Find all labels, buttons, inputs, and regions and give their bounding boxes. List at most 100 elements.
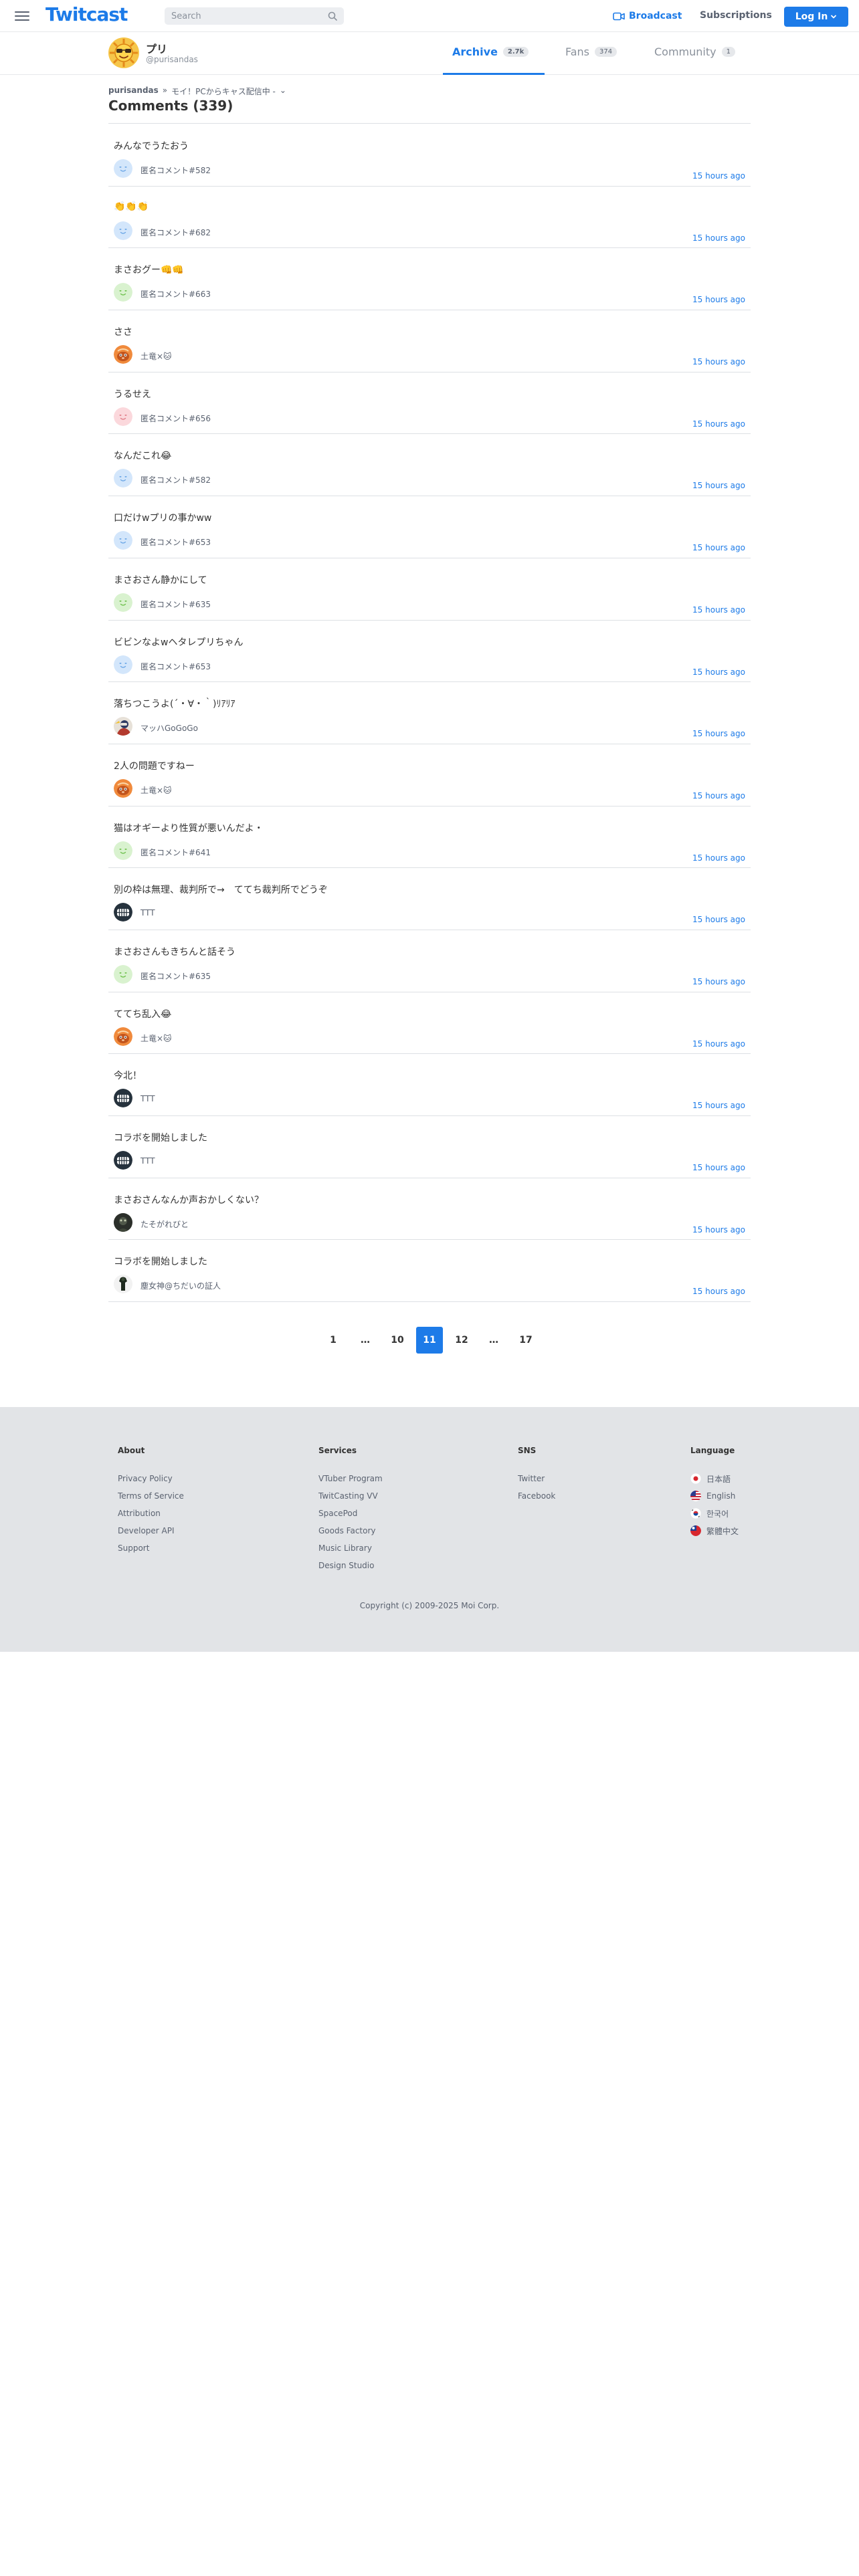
- comment-item: コラボを開始しました TTT 15 hours ago: [108, 1116, 751, 1178]
- comment-timestamp[interactable]: 15 hours ago: [692, 667, 745, 677]
- comment-timestamp[interactable]: 15 hours ago: [692, 1101, 745, 1110]
- comment-timestamp[interactable]: 15 hours ago: [692, 1225, 745, 1235]
- comment-author[interactable]: 匿名コメント#635: [140, 599, 211, 610]
- footer-link-twitcasting-vv[interactable]: TwitCasting VV: [318, 1487, 383, 1505]
- footer-link-support[interactable]: Support: [118, 1539, 184, 1557]
- avatar[interactable]: [114, 1027, 132, 1046]
- comment-author[interactable]: 匿名コメント#682: [140, 227, 211, 238]
- comment-timestamp[interactable]: 15 hours ago: [692, 419, 745, 429]
- language-option-english[interactable]: English: [690, 1487, 739, 1505]
- comment-author[interactable]: 匿名コメント#641: [140, 847, 211, 858]
- avatar[interactable]: [114, 717, 132, 736]
- avatar[interactable]: [114, 159, 132, 178]
- footer-link-music-library[interactable]: Music Library: [318, 1539, 383, 1557]
- comment-timestamp[interactable]: 15 hours ago: [692, 729, 745, 738]
- avatar[interactable]: [114, 778, 132, 798]
- comment-author[interactable]: 匿名コメント#653: [140, 661, 211, 672]
- avatar[interactable]: [114, 531, 132, 550]
- comment-author[interactable]: マッハGoGoGo: [140, 722, 198, 734]
- footer-link-vtuber-program[interactable]: VTuber Program: [318, 1470, 383, 1487]
- comment-text: コラボを開始しました: [114, 1257, 207, 1268]
- comment-timestamp[interactable]: 15 hours ago: [692, 791, 745, 800]
- footer-link-spacepod[interactable]: SpacePod: [318, 1505, 383, 1522]
- avatar[interactable]: [114, 655, 132, 674]
- footer-link-developer-api[interactable]: Developer API: [118, 1522, 184, 1539]
- comment-text: コラボを開始しました: [114, 1133, 207, 1144]
- footer-link-privacy-policy[interactable]: Privacy Policy: [118, 1470, 184, 1487]
- comment-author[interactable]: 土竜×🐱: [140, 784, 172, 796]
- chevron-down-icon[interactable]: ⌄: [280, 86, 286, 97]
- broadcast-link[interactable]: Broadcast: [613, 10, 682, 22]
- avatar[interactable]: [114, 1089, 132, 1108]
- avatar[interactable]: [114, 903, 132, 922]
- comment-author[interactable]: 土竜×🐱: [140, 350, 172, 362]
- footer-link-goods-factory[interactable]: Goods Factory: [318, 1522, 383, 1539]
- footer-link-design-studio[interactable]: Design Studio: [318, 1557, 383, 1574]
- comment-timestamp[interactable]: 15 hours ago: [692, 977, 745, 986]
- comment-timestamp[interactable]: 15 hours ago: [692, 481, 745, 490]
- subscriptions-link[interactable]: Subscriptions: [700, 10, 772, 21]
- page-button[interactable]: 12: [448, 1327, 475, 1354]
- comment-timestamp[interactable]: 15 hours ago: [692, 915, 745, 924]
- profile-handle: @purisandas: [146, 55, 198, 64]
- breadcrumb-user-link[interactable]: purisandas: [108, 86, 159, 97]
- comment-author[interactable]: 匿名コメント#663: [140, 288, 211, 300]
- language-option-traditional-chinese[interactable]: 繁體中文: [690, 1522, 739, 1539]
- menu-icon[interactable]: [15, 10, 29, 22]
- profile-header: プリ @purisandas Archive 2.7k Fans 374 Com…: [0, 32, 859, 75]
- comment-timestamp[interactable]: 15 hours ago: [692, 295, 745, 304]
- comment-timestamp[interactable]: 15 hours ago: [692, 543, 745, 552]
- tab-archive[interactable]: Archive 2.7k: [452, 45, 529, 58]
- comment-author[interactable]: 匿名コメント#635: [140, 970, 211, 982]
- comment-author[interactable]: 土竜×🐱: [140, 1033, 172, 1044]
- comment-timestamp[interactable]: 15 hours ago: [692, 1163, 745, 1172]
- comment-timestamp[interactable]: 15 hours ago: [692, 1039, 745, 1049]
- footer-link-terms-of-service[interactable]: Terms of Service: [118, 1487, 184, 1505]
- comment-timestamp[interactable]: 15 hours ago: [692, 853, 745, 863]
- footer-link-twitter[interactable]: Twitter: [518, 1470, 555, 1487]
- avatar[interactable]: [114, 221, 132, 240]
- comment-timestamp[interactable]: 15 hours ago: [692, 605, 745, 615]
- page-button[interactable]: 17: [512, 1327, 539, 1354]
- avatar[interactable]: [114, 345, 132, 364]
- search-icon[interactable]: [328, 11, 337, 21]
- avatar[interactable]: [114, 283, 132, 302]
- comment-timestamp[interactable]: 15 hours ago: [692, 233, 745, 243]
- login-button[interactable]: Log In: [784, 7, 848, 27]
- comment-timestamp[interactable]: 15 hours ago: [692, 171, 745, 181]
- page-button[interactable]: 1: [320, 1327, 347, 1354]
- footer-link-attribution[interactable]: Attribution: [118, 1505, 184, 1522]
- comment-author[interactable]: たそがれびと: [140, 1218, 189, 1230]
- twitcast-logo[interactable]: Twitcast: [45, 3, 128, 25]
- page-button[interactable]: 10: [384, 1327, 411, 1354]
- japan-flag-icon: [690, 1473, 701, 1484]
- avatar[interactable]: [114, 964, 132, 984]
- comment-author[interactable]: 匿名コメント#656: [140, 413, 211, 424]
- language-option-korean[interactable]: 한국어: [690, 1505, 739, 1522]
- comment-author[interactable]: 塵女神@ちだいの証人: [140, 1280, 221, 1291]
- avatar[interactable]: [114, 1151, 132, 1170]
- avatar[interactable]: [114, 1212, 132, 1232]
- language-option-japanese[interactable]: 日本語: [690, 1470, 739, 1487]
- search-input[interactable]: [171, 7, 318, 25]
- avatar[interactable]: [114, 407, 132, 426]
- avatar[interactable]: [114, 593, 132, 612]
- breadcrumb-movie-link[interactable]: モイ！PCからキャス配信中 -: [171, 86, 276, 97]
- comment-author[interactable]: TTT: [140, 1094, 155, 1103]
- profile-name[interactable]: プリ: [146, 40, 167, 56]
- tab-fans[interactable]: Fans 374: [565, 45, 617, 58]
- avatar[interactable]: [114, 469, 132, 488]
- page-button[interactable]: 11: [416, 1327, 443, 1354]
- avatar[interactable]: [114, 841, 132, 860]
- comment-author[interactable]: 匿名コメント#653: [140, 536, 211, 548]
- comment-author[interactable]: 匿名コメント#582: [140, 165, 211, 176]
- profile-avatar[interactable]: [108, 37, 139, 68]
- comment-author[interactable]: TTT: [140, 1156, 155, 1166]
- comment-timestamp[interactable]: 15 hours ago: [692, 357, 745, 366]
- footer-link-facebook[interactable]: Facebook: [518, 1487, 555, 1505]
- comment-timestamp[interactable]: 15 hours ago: [692, 1287, 745, 1296]
- comment-author[interactable]: 匿名コメント#582: [140, 474, 211, 486]
- avatar[interactable]: [114, 1275, 132, 1294]
- tab-community[interactable]: Community 1: [654, 45, 735, 58]
- comment-author[interactable]: TTT: [140, 908, 155, 918]
